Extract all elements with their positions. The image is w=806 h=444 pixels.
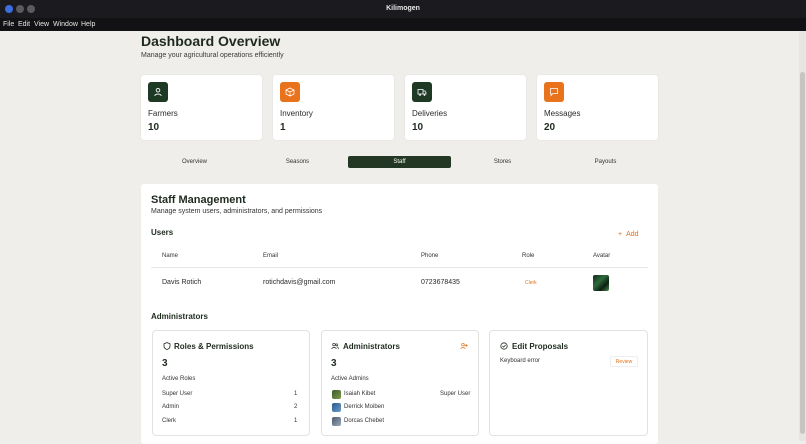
add-label: Add [626,231,639,238]
user-icon [148,82,168,102]
window-titlebar: Kilimogen [0,0,806,18]
message-icon [544,82,564,102]
stat-value: 20 [544,122,556,133]
admin-name: Isaiah Kibet [344,391,376,397]
stat-label: Farmers [148,109,178,118]
role-name: Admin [162,404,180,410]
roles-count: 3 [162,358,168,369]
stat-card-farmers[interactable]: Farmers 10 [141,75,262,140]
page-title: Dashboard Overview [141,33,281,49]
staff-title: Staff Management [151,194,246,206]
role-name: Clerk [162,418,177,424]
stat-card-deliveries[interactable]: Deliveries 10 [405,75,526,140]
avatar [332,417,341,426]
stat-label: Deliveries [412,109,448,118]
user-email: rotichdavis@gmail.com [263,279,336,286]
proposals-card-title: Edit Proposals [512,342,569,351]
window-title: Kilimogen [386,5,420,12]
avatar [332,390,341,399]
add-user-button[interactable]: + Add [618,231,639,238]
role-count: 2 [294,404,298,410]
column-header-avatar: Avatar [593,253,611,259]
stat-value: 10 [412,122,424,133]
stat-value: 1 [280,122,286,133]
shield-icon [163,342,171,350]
scrollbar-thumb[interactable] [800,72,805,434]
tab-payouts[interactable]: Payouts [554,156,657,168]
stat-label: Inventory [280,109,313,118]
column-header-email: Email [263,253,279,259]
menu-edit[interactable]: Edit [18,18,30,31]
menu-bar: File Edit View Window Help [0,18,806,31]
proposal-text: Keyboard error [500,358,541,364]
tab-seasons[interactable]: Seasons [246,156,349,168]
column-header-name: Name [162,253,179,259]
role-name: Super User [162,391,193,397]
menu-help[interactable]: Help [81,18,95,31]
add-admin-icon[interactable] [460,342,468,350]
user-phone: 0723678435 [421,279,460,286]
column-header-phone: Phone [421,253,439,259]
review-button[interactable]: Review [610,356,638,367]
menu-file[interactable]: File [3,18,14,31]
box-icon [280,82,300,102]
menu-window[interactable]: Window [53,18,78,31]
admin-role: Super User [440,391,471,397]
check-circle-icon [500,342,508,350]
users-icon [331,342,339,350]
role-count: 1 [294,391,298,397]
tab-overview[interactable]: Overview [143,156,246,168]
column-header-role: Role [522,253,535,259]
tab-stores[interactable]: Stores [451,156,554,168]
admins-count: 3 [331,358,337,369]
admins-caption: Active Admins [331,376,369,382]
user-role-badge: Clerk [525,280,537,286]
administrators-heading: Administrators [151,312,208,321]
stat-label: Messages [544,109,581,118]
tab-staff[interactable]: Staff [348,156,451,168]
avatar [593,275,609,291]
roles-card-title: Roles & Permissions [174,342,254,351]
roles-caption: Active Roles [162,376,196,382]
admin-name: Dorcas Chebet [344,418,385,424]
admins-card-title: Administrators [343,342,400,351]
users-heading: Users [151,228,174,237]
staff-subtitle: Manage system users, administrators, and… [151,208,323,215]
page-subtitle: Manage your agricultural operations effi… [141,52,284,59]
user-name: Davis Rotich [162,279,202,286]
admin-name: Derrick Moiben [344,404,385,410]
role-count: 1 [294,418,298,424]
truck-icon [412,82,432,102]
stat-value: 10 [148,122,160,133]
stat-card-inventory[interactable]: Inventory 1 [273,75,394,140]
stat-card-messages[interactable]: Messages 20 [537,75,658,140]
avatar [332,403,341,412]
table-divider [151,267,648,268]
plus-icon: + [618,231,623,238]
menu-view[interactable]: View [34,18,49,31]
